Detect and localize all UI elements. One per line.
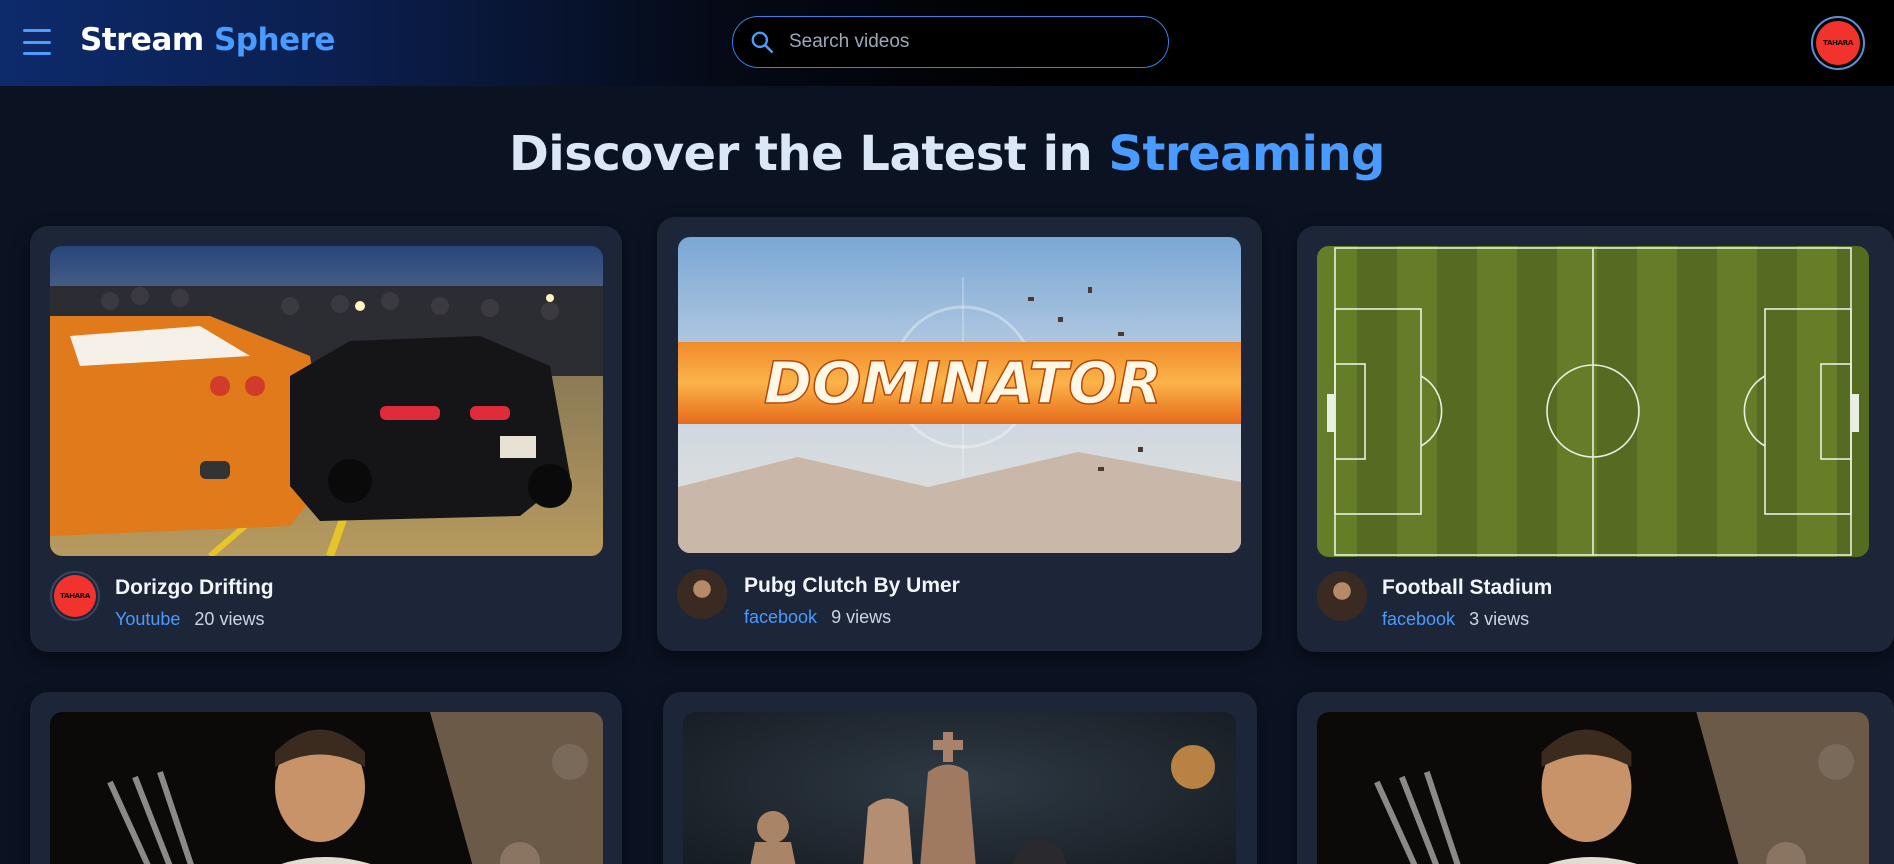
video-title[interactable]: Pubg Clutch By Umer bbox=[744, 574, 960, 598]
search-input[interactable] bbox=[789, 31, 1149, 53]
brand-word-stream: Stream bbox=[80, 22, 204, 58]
video-card[interactable] bbox=[30, 692, 622, 864]
cars-night-scene-image bbox=[50, 246, 603, 556]
video-source-link[interactable]: Youtube bbox=[115, 609, 180, 629]
video-views: 3 views bbox=[1469, 609, 1530, 629]
channel-avatar[interactable]: TAHARA bbox=[50, 571, 100, 621]
channel-avatar[interactable] bbox=[1317, 571, 1367, 621]
video-meta: Youtube 20 views bbox=[115, 609, 264, 630]
page-title: Discover the Latest in Streaming bbox=[0, 126, 1894, 182]
video-card[interactable]: TAHARA Dorizgo Drifting Youtube 20 views bbox=[30, 226, 622, 652]
video-thumbnail[interactable] bbox=[50, 246, 603, 556]
page-title-text: Discover the Latest in bbox=[508, 126, 1109, 182]
video-title[interactable]: Football Stadium bbox=[1382, 576, 1552, 600]
profile-avatar[interactable]: TAHARA bbox=[1811, 16, 1865, 70]
dominator-banner-image: DOMINATOR bbox=[678, 237, 1241, 553]
video-views: 20 views bbox=[194, 609, 265, 629]
video-views: 9 views bbox=[831, 607, 892, 627]
page-title-accent: Streaming bbox=[1108, 126, 1386, 182]
dominator-banner-text: DOMINATOR bbox=[764, 349, 1162, 417]
video-source-link[interactable]: facebook bbox=[744, 607, 817, 627]
video-thumbnail[interactable] bbox=[683, 712, 1236, 864]
profile-avatar-label: TAHARA bbox=[1816, 21, 1860, 65]
video-card[interactable]: DOMINATOR Pubg Clutch By Umer facebook 9 … bbox=[657, 217, 1262, 651]
hamburger-menu-icon[interactable] bbox=[20, 26, 54, 58]
video-thumbnail[interactable] bbox=[1317, 712, 1869, 864]
brand-word-sphere: Sphere bbox=[213, 22, 335, 58]
video-thumbnail[interactable] bbox=[1317, 246, 1869, 557]
video-card[interactable] bbox=[1297, 692, 1894, 864]
brand-logo[interactable]: Stream Sphere bbox=[80, 22, 335, 58]
video-card[interactable] bbox=[663, 692, 1257, 864]
fighter-scene-image bbox=[50, 712, 603, 864]
search-icon bbox=[751, 31, 774, 54]
search-bar[interactable] bbox=[732, 16, 1169, 68]
video-thumbnail[interactable] bbox=[50, 712, 603, 864]
video-title[interactable]: Dorizgo Drifting bbox=[115, 576, 274, 600]
channel-avatar-label: TAHARA bbox=[54, 575, 96, 617]
football-pitch-image bbox=[1317, 246, 1869, 557]
chess-pieces-image bbox=[683, 712, 1236, 864]
video-meta: facebook 3 views bbox=[1382, 609, 1529, 630]
channel-avatar[interactable] bbox=[677, 569, 727, 619]
video-source-link[interactable]: facebook bbox=[1382, 609, 1455, 629]
video-card[interactable]: Football Stadium facebook 3 views bbox=[1297, 226, 1894, 652]
top-nav-bar: Stream Sphere TAHARA bbox=[0, 0, 1894, 86]
fighter-scene-image bbox=[1317, 712, 1869, 864]
video-meta: facebook 9 views bbox=[744, 607, 891, 628]
video-thumbnail[interactable]: DOMINATOR bbox=[678, 237, 1241, 553]
